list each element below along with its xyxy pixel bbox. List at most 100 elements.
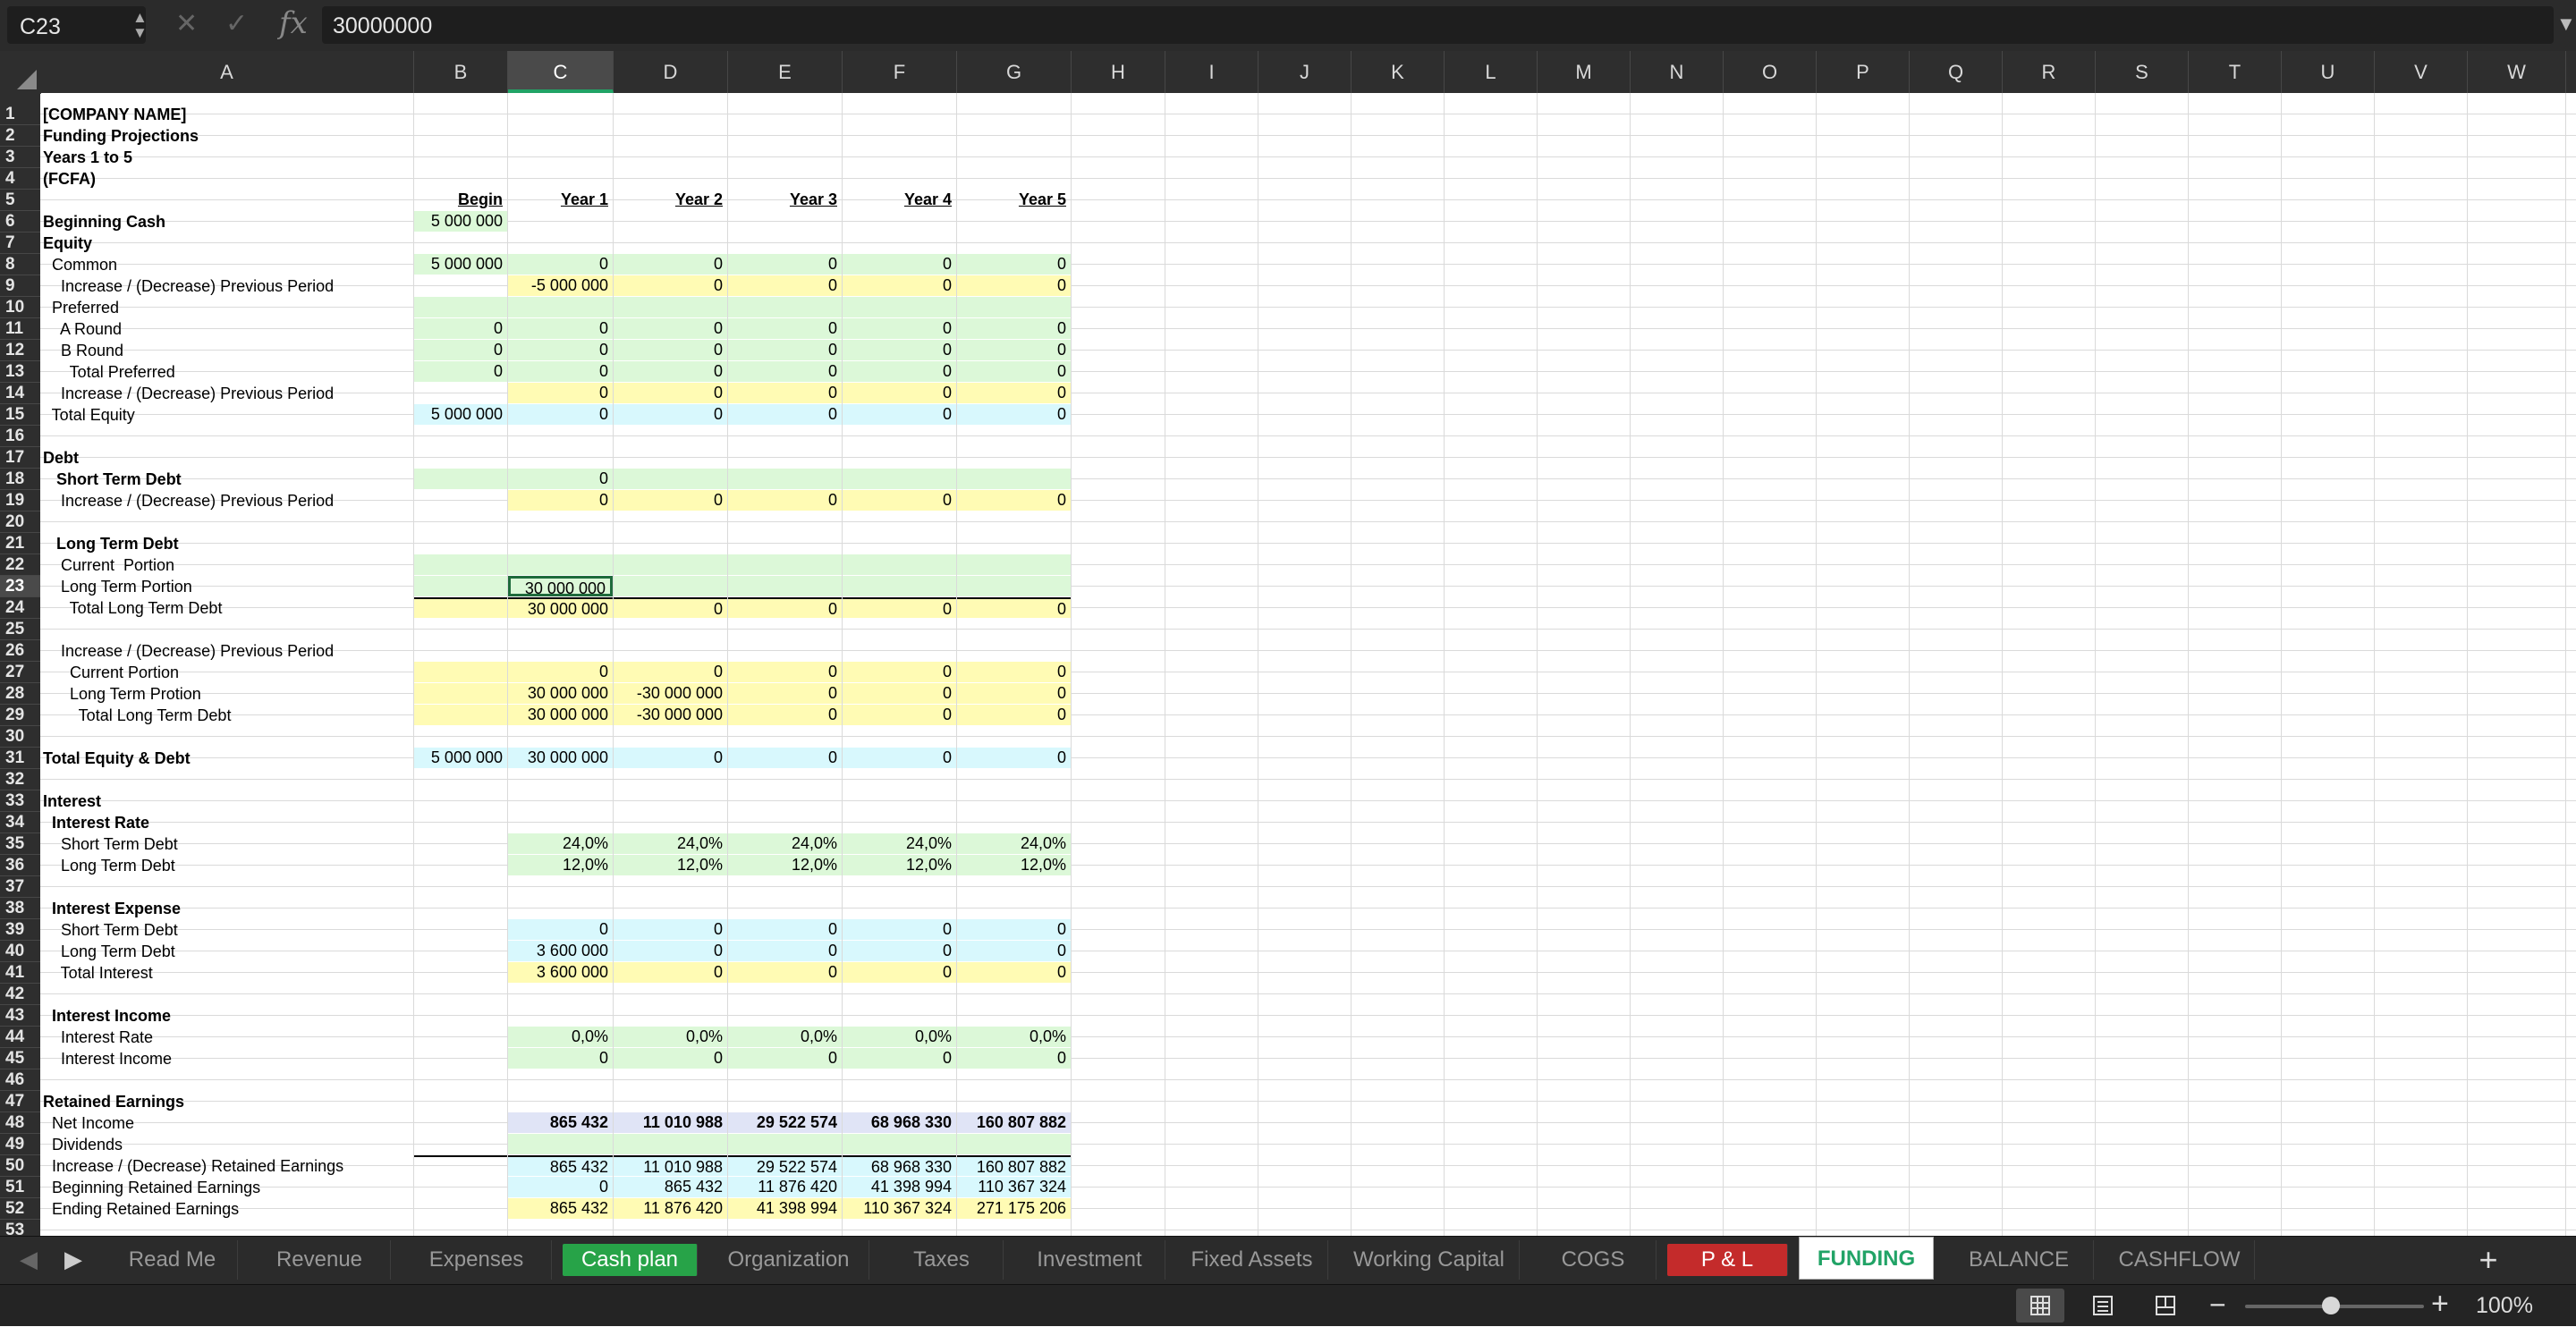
data-cell[interactable]: 0	[843, 962, 956, 983]
data-cell[interactable]: 0	[957, 748, 1071, 768]
data-cell[interactable]: 12,0%	[508, 855, 613, 875]
row-header-44[interactable]: 44	[0, 1027, 40, 1048]
zoom-out-button[interactable]: −	[2209, 1289, 2226, 1322]
data-cell[interactable]: 0	[508, 254, 613, 275]
row-label[interactable]: Increase / (Decrease) Previous Period	[40, 640, 414, 662]
zoom-in-button[interactable]: +	[2431, 1287, 2449, 1322]
data-cell[interactable]: 0,0%	[508, 1027, 613, 1047]
row-label[interactable]: [COMPANY NAME]	[40, 104, 414, 125]
data-cell[interactable]: 0	[957, 662, 1071, 682]
data-cell[interactable]: -30 000 000	[614, 705, 727, 725]
data-cell[interactable]: 12,0%	[957, 855, 1071, 875]
row-label[interactable]: Common	[40, 254, 414, 275]
data-cell[interactable]: 0	[843, 683, 956, 704]
data-cell[interactable]	[414, 662, 507, 682]
data-cell[interactable]: 0,0%	[728, 1027, 842, 1047]
column-header-q[interactable]: Q	[1910, 51, 2003, 93]
data-cell[interactable]: 0	[614, 662, 727, 682]
column-header-b[interactable]: B	[414, 51, 508, 93]
column-header-u[interactable]: U	[2282, 51, 2375, 93]
data-cell[interactable]: 0	[414, 340, 507, 360]
row-header-19[interactable]: 19	[0, 490, 40, 511]
data-cell[interactable]	[414, 576, 507, 596]
add-sheet-icon[interactable]: +	[2469, 1240, 2508, 1280]
column-header-d[interactable]: D	[614, 51, 728, 93]
data-cell[interactable]: 5 000 000	[414, 254, 507, 275]
data-cell[interactable]: 0	[614, 340, 727, 360]
data-cell[interactable]: 0	[614, 254, 727, 275]
data-cell[interactable]: Year 1	[508, 190, 613, 210]
data-cell[interactable]: 271 175 206	[957, 1198, 1071, 1219]
data-cell[interactable]	[508, 1134, 613, 1154]
data-cell[interactable]: 0	[957, 1048, 1071, 1069]
sheet-tab-taxes[interactable]: Taxes	[880, 1240, 1004, 1280]
data-cell[interactable]: 0	[728, 941, 842, 961]
row-header-11[interactable]: 11	[0, 318, 40, 340]
data-cell[interactable]: 0	[843, 490, 956, 511]
column-header-e[interactable]: E	[728, 51, 843, 93]
function-icon[interactable]: fx	[279, 5, 308, 41]
data-cell[interactable]: 12,0%	[728, 855, 842, 875]
row-header-6[interactable]: 6	[0, 211, 40, 232]
data-cell[interactable]: 0	[957, 340, 1071, 360]
sheet-tab-revenue[interactable]: Revenue	[249, 1240, 391, 1280]
column-header-h[interactable]: H	[1072, 51, 1165, 93]
data-cell[interactable]	[728, 469, 842, 489]
row-label[interactable]: (FCFA)	[40, 168, 414, 190]
data-cell[interactable]	[614, 1134, 727, 1154]
data-cell[interactable]	[957, 576, 1071, 596]
data-cell[interactable]: 11 876 420	[728, 1177, 842, 1197]
data-cell[interactable]: 0,0%	[614, 1027, 727, 1047]
data-cell[interactable]: 68 968 330	[843, 1112, 956, 1133]
sheet-tab-p-l[interactable]: P & L	[1667, 1244, 1788, 1276]
data-cell[interactable]: 0	[414, 318, 507, 339]
row-header-25[interactable]: 25	[0, 619, 40, 640]
column-header-l[interactable]: L	[1445, 51, 1538, 93]
data-cell[interactable]: Year 3	[728, 190, 842, 210]
data-cell[interactable]	[843, 576, 956, 596]
data-cell[interactable]: -30 000 000	[614, 683, 727, 704]
data-cell[interactable]: 11 876 420	[614, 1198, 727, 1219]
data-cell[interactable]: 0	[957, 490, 1071, 511]
row-label[interactable]: B Round	[40, 340, 414, 361]
row-header-1[interactable]: 1	[0, 104, 40, 125]
row-label[interactable]: Long Term Debt	[40, 941, 414, 962]
column-header-w[interactable]: W	[2468, 51, 2566, 93]
row-header-33[interactable]: 33	[0, 790, 40, 812]
sheet-tab-cashflow[interactable]: CASHFLOW	[2105, 1240, 2255, 1280]
sheet-tab-funding[interactable]: FUNDING	[1799, 1237, 1934, 1280]
sheet-tab-investment[interactable]: Investment	[1014, 1240, 1165, 1280]
row-label[interactable]: Equity	[40, 232, 414, 254]
row-label[interactable]: Net Income	[40, 1112, 414, 1134]
row-header-4[interactable]: 4	[0, 168, 40, 190]
row-label[interactable]: A Round	[40, 318, 414, 340]
row-label[interactable]: Long Term Protion	[40, 683, 414, 705]
select-all-corner[interactable]	[0, 51, 41, 94]
column-header-r[interactable]: R	[2003, 51, 2096, 93]
row-header-32[interactable]: 32	[0, 769, 40, 790]
data-cell[interactable]: 0	[957, 275, 1071, 296]
data-cell[interactable]	[843, 297, 956, 317]
row-header-5[interactable]: 5	[0, 190, 40, 211]
column-header-c[interactable]: C	[508, 51, 614, 93]
row-label[interactable]: Dividends	[40, 1134, 414, 1155]
row-label[interactable]: Total Equity & Debt	[40, 748, 414, 769]
row-label[interactable]: Interest Income	[40, 1005, 414, 1027]
next-sheet-icon[interactable]: ▶	[64, 1246, 82, 1273]
data-cell[interactable]: 110 367 324	[843, 1198, 956, 1219]
data-cell[interactable]: 0	[614, 748, 727, 768]
data-cell[interactable]: 30 000 000	[508, 597, 613, 618]
row-header-45[interactable]: 45	[0, 1048, 40, 1069]
previous-sheet-icon[interactable]: ◀	[20, 1246, 38, 1273]
data-cell[interactable]: 0	[728, 1048, 842, 1069]
row-label[interactable]: Interest	[40, 790, 414, 812]
data-cell[interactable]: 0	[728, 919, 842, 940]
row-header-43[interactable]: 43	[0, 1005, 40, 1027]
data-cell[interactable]: 0	[508, 383, 613, 403]
normal-view-button[interactable]	[2016, 1289, 2064, 1323]
data-cell[interactable]	[614, 297, 727, 317]
data-cell[interactable]	[728, 1134, 842, 1154]
data-cell[interactable]: 0	[414, 361, 507, 382]
data-cell[interactable]: 0	[957, 941, 1071, 961]
confirm-formula-icon[interactable]: ✓	[225, 8, 248, 39]
